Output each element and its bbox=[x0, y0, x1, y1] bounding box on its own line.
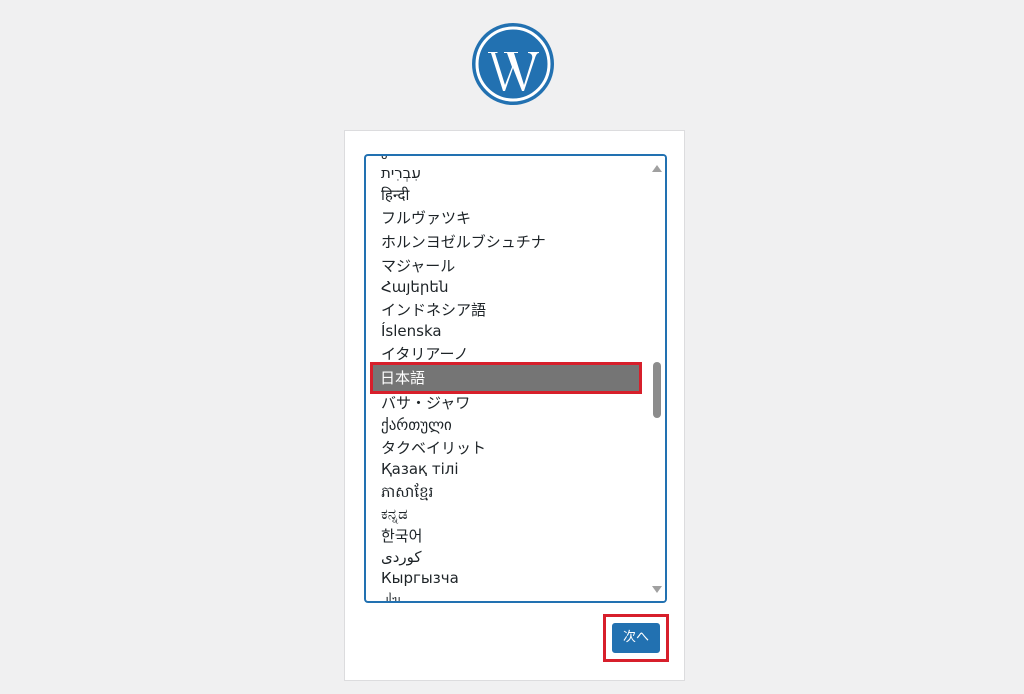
language-option[interactable]: हिन्दी bbox=[374, 184, 646, 206]
language-option[interactable]: 한국어 bbox=[374, 525, 646, 547]
language-option[interactable]: Հայերեն bbox=[374, 276, 646, 298]
language-option[interactable]: Қазақ тілі bbox=[374, 458, 646, 480]
listbox-scrollbar[interactable] bbox=[649, 156, 665, 601]
next-button[interactable]: 次へ bbox=[612, 623, 660, 653]
language-option[interactable]: タクベイリット bbox=[374, 437, 646, 459]
next-button-highlight: 次へ bbox=[603, 614, 669, 662]
language-option[interactable]: كوردی bbox=[374, 546, 646, 568]
language-option[interactable]: ភាសាខ្មែរ bbox=[374, 481, 646, 503]
language-listbox[interactable]: ქართ עִבְרִית हिन्दी フルヴァツキ ホルンヨゼルブシュチナ … bbox=[365, 155, 666, 602]
language-chooser-card: ქართ עִבְרִית हिन्दी フルヴァツキ ホルンヨゼルブシュチナ … bbox=[344, 130, 685, 681]
language-option[interactable]: Кыргызча bbox=[374, 567, 646, 589]
wordpress-logo-icon bbox=[472, 23, 554, 105]
language-option-partial[interactable]: ᥘᥣᥭ bbox=[374, 590, 646, 601]
language-option[interactable]: Íslenska bbox=[374, 320, 646, 342]
language-option[interactable]: バサ・ジャワ bbox=[374, 392, 646, 414]
language-option[interactable]: ಕನ್ನಡ bbox=[374, 503, 646, 525]
language-option[interactable]: ホルンヨゼルブシュチナ bbox=[374, 231, 646, 253]
language-option[interactable]: マジャール bbox=[374, 255, 646, 277]
scroll-up-icon[interactable] bbox=[652, 165, 662, 172]
language-option-selected[interactable]: 日本語 bbox=[370, 362, 642, 394]
scroll-down-icon[interactable] bbox=[652, 586, 662, 593]
language-option[interactable]: インドネシア語 bbox=[374, 299, 646, 321]
language-option[interactable]: עִבְרִית bbox=[374, 162, 646, 184]
language-option[interactable]: ქართული bbox=[374, 414, 646, 436]
language-option[interactable]: フルヴァツキ bbox=[374, 207, 646, 229]
scroll-thumb[interactable] bbox=[653, 362, 661, 418]
language-option[interactable]: イタリアーノ bbox=[374, 343, 646, 365]
